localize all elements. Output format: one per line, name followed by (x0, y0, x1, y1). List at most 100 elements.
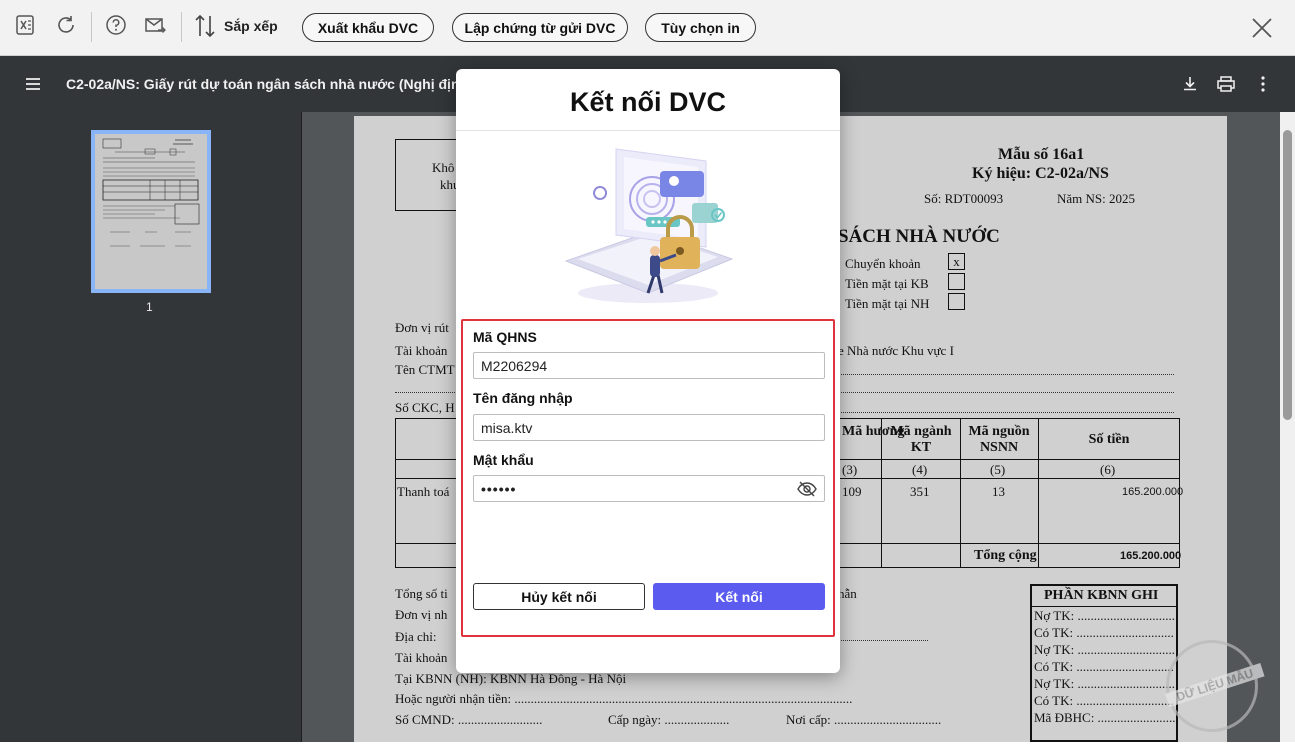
sort-label: Sắp xếp (224, 18, 278, 34)
kbnn-box-line: Mã ĐBHC: ......................... (1034, 710, 1179, 725)
doc-line-program: Tên CTMT (395, 362, 455, 377)
print-icon[interactable] (1216, 74, 1236, 94)
disconnect-button[interactable]: Hủy kết nối (473, 583, 645, 610)
pay-method-cash-nh: Tiền mặt tại NH (845, 296, 930, 311)
toggle-password-visibility-icon[interactable] (797, 479, 817, 499)
email-icon[interactable] (142, 12, 168, 38)
col-header-source: Mã nguồn NSNN (968, 424, 1030, 455)
dotted-line (838, 392, 1174, 393)
doc-bottom-line: Đơn vị nh (395, 607, 448, 622)
cell-amount: 165.200.000 (1122, 486, 1184, 498)
issue-place-line: Nơi cấp: ...............................… (786, 712, 942, 727)
sort-icon (195, 14, 215, 38)
kbnn-box-line: Có TK: .............................. (1034, 659, 1174, 674)
username-label: Tên đăng nhập (473, 390, 573, 406)
doc-bottom-line: Địa chỉ: (395, 629, 437, 644)
kbnn-box-line: Nợ TK: .............................. (1034, 608, 1175, 623)
table-rule (881, 418, 882, 568)
table-rule (1038, 418, 1039, 568)
qhns-input[interactable]: M2206294 (473, 352, 825, 379)
print-options-button[interactable]: Tùy chọn in (645, 13, 756, 42)
form-number: Mẫu số 16a1 (998, 146, 1085, 163)
doc-line-account: Tài khoản (395, 343, 448, 358)
dialog-title: Kết nối DVC (569, 87, 726, 117)
receiver-line: Hoặc người nhận tiền: ..................… (395, 691, 853, 706)
more-options-icon[interactable] (1253, 74, 1273, 94)
excel-icon[interactable] (12, 12, 38, 38)
password-value: •••••• (481, 480, 517, 497)
login-form-highlight: Mã QHNS M2206294 Tên đăng nhập misa.ktv … (461, 319, 835, 637)
doc-line-ckc: Số CKC, H (395, 400, 455, 415)
pay-method-cash-nh-check (948, 293, 965, 310)
issue-date-line: Cấp ngày: .................... (608, 712, 730, 727)
doc-line-treasury: e Nhà nước Khu vực I (838, 343, 954, 358)
sample-data-stamp-text: DỮ LIỆU MẪU (1165, 662, 1265, 708)
thumbnail-panel: 1 (0, 112, 302, 742)
toolbar-separator (91, 12, 92, 42)
form-symbol: Ký hiệu: C2-02a/NS (972, 165, 1109, 182)
password-label: Mật khẩu (473, 452, 534, 468)
kbnn-line: Tại KBNN (NH): KBNN Hà Đông - Hà Nội (395, 671, 627, 686)
document-scrollbar[interactable] (1280, 112, 1295, 742)
pay-method-cash-kb: Tiền mặt tại KB (845, 276, 929, 291)
refresh-icon[interactable] (53, 12, 79, 38)
cell-sector: 351 (910, 484, 930, 499)
doc-bottom-line: Tài khoản (395, 650, 448, 665)
col-number: (4) (912, 462, 928, 477)
row-label: Thanh toá (397, 484, 450, 499)
kbnn-box-line: Có TK: .............................. (1034, 693, 1174, 708)
scrollbar-thumb[interactable] (1283, 130, 1292, 420)
close-icon[interactable] (1250, 16, 1274, 40)
document-title: C2-02a/NS: Giấy rút dự toán ngân sách nh… (66, 76, 456, 92)
dotted-line (838, 374, 1174, 375)
connect-button[interactable]: Kết nối (653, 583, 825, 610)
doc-line-unit: Đơn vị rút (395, 320, 449, 335)
thumbnail-preview (102, 138, 200, 247)
connect-dvc-dialog: Kết nối DVC Mã QHNS M2206294 Tên đăng nh… (456, 69, 840, 673)
pay-method-cash-kb-check (948, 273, 965, 290)
top-toolbar: Sắp xếp Xuất khẩu DVC Lập chứng từ gửi D… (0, 0, 1295, 56)
create-voucher-dvc-button[interactable]: Lập chứng từ gửi DVC (452, 13, 628, 42)
dotted-line (395, 392, 455, 393)
menu-icon[interactable] (24, 74, 44, 94)
total-value: 165.200.000 (1120, 550, 1182, 562)
kbnn-box-rule (1032, 606, 1176, 607)
unit-box-line: Khô (432, 160, 455, 175)
document-number: Số: RDT00093 (924, 191, 1004, 206)
help-icon[interactable] (103, 12, 129, 38)
page-thumbnail[interactable] (91, 130, 211, 293)
document-heading: SÁCH NHÀ NƯỚC (838, 226, 1000, 247)
dotted-line (838, 640, 928, 641)
col-header-amount: Số tiền (1088, 432, 1130, 447)
col-number: (6) (1100, 462, 1116, 477)
sort-button[interactable]: Sắp xếp (194, 12, 278, 40)
table-rule (960, 418, 961, 568)
col-header-sector: Mã ngành KT (890, 424, 952, 455)
pay-method-transfer-check: x (948, 253, 965, 270)
kbnn-box-line: Có TK: .............................. (1034, 625, 1174, 640)
password-input[interactable]: •••••• (473, 475, 825, 502)
cell-source: 13 (992, 484, 1005, 499)
total-label: Tổng cộng (974, 548, 1037, 563)
dotted-line (838, 412, 1174, 413)
dialog-divider (456, 130, 840, 131)
username-input[interactable]: misa.ktv (473, 414, 825, 441)
doc-bottom-fragment: hẫn (838, 586, 857, 601)
download-icon[interactable] (1180, 74, 1200, 94)
kbnn-box-line: Nợ TK: .............................. (1034, 676, 1175, 691)
export-dvc-button[interactable]: Xuất khẩu DVC (302, 13, 434, 42)
page-number-label: 1 (146, 300, 153, 314)
kbnn-box-line: Nợ TK: .............................. (1034, 642, 1175, 657)
qhns-label: Mã QHNS (473, 329, 537, 345)
kbnn-box-title: PHẦN KBNN GHI (1044, 588, 1159, 603)
doc-bottom-line: Tổng số ti (395, 586, 448, 601)
cell-chapter: 109 (842, 484, 862, 499)
security-illustration (564, 148, 734, 303)
budget-year: Năm NS: 2025 (1057, 191, 1135, 206)
toolbar-separator (181, 12, 182, 42)
col-number: (5) (990, 462, 1006, 477)
kbnn-box: PHẦN KBNN GHI Nợ TK: ...................… (1030, 584, 1179, 742)
col-number: (3) (842, 462, 858, 477)
pay-method-transfer: Chuyển khoản (845, 256, 921, 271)
cmnd-line: Số CMND: .......................... (395, 712, 543, 727)
